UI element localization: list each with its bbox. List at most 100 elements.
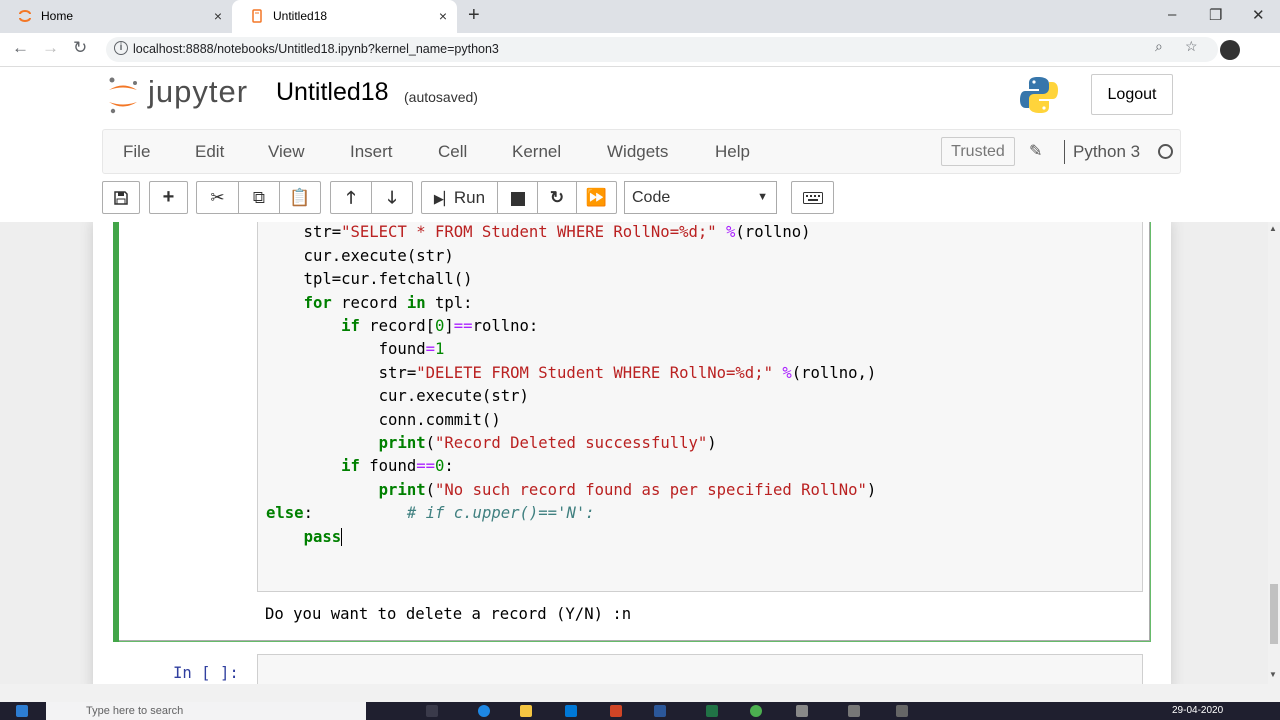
- menu-cell[interactable]: Cell: [438, 142, 467, 162]
- restart-icon: ↻: [549, 188, 565, 207]
- code-input-area[interactable]: rollno=input("Enter the Roll No whose re…: [257, 222, 1143, 592]
- insert-cell-button[interactable]: +: [149, 181, 188, 214]
- file-explorer-icon[interactable]: [520, 705, 532, 717]
- jupyter-logo-text: jupyter: [148, 74, 249, 109]
- taskbar-search-box[interactable]: Type here to search: [46, 702, 366, 720]
- menu-insert[interactable]: Insert: [350, 142, 393, 162]
- stop-icon: [510, 191, 525, 206]
- url-text[interactable]: localhost:8888/notebooks/Untitled18.ipyn…: [133, 42, 499, 56]
- menu-help[interactable]: Help: [715, 142, 750, 162]
- cell-type-value: Code: [632, 189, 671, 206]
- menu-file[interactable]: File: [123, 142, 150, 162]
- tab-untitled18-label: Untitled18: [273, 9, 328, 23]
- menu-edit[interactable]: Edit: [195, 142, 224, 162]
- reload-icon[interactable]: ↻: [73, 38, 87, 58]
- notebook-toolbar: + ✂ ⧉ 📋 🡑 🡓 ▶▏Run ↻ ⏩ Code ▼: [0, 174, 1280, 222]
- move-up-button[interactable]: 🡑: [331, 182, 372, 213]
- scroll-up-icon[interactable]: ▲: [1269, 224, 1277, 233]
- copy-icon: ⧉: [252, 188, 266, 207]
- scroll-down-icon[interactable]: ▼: [1269, 670, 1277, 679]
- edge-icon[interactable]: [478, 705, 490, 717]
- cell-type-select[interactable]: Code ▼: [624, 181, 777, 214]
- menu-view[interactable]: View: [268, 142, 305, 162]
- excel-icon[interactable]: [706, 705, 718, 717]
- chrome-icon[interactable]: [750, 705, 762, 717]
- back-icon[interactable]: ←: [12, 38, 29, 58]
- keyboard-icon: [802, 192, 823, 204]
- notebook-title[interactable]: Untitled18: [276, 78, 389, 107]
- run-button-group: ▶▏Run ↻ ⏩: [421, 181, 617, 214]
- app-icon-2[interactable]: [848, 705, 860, 717]
- profile-avatar[interactable]: [1220, 40, 1240, 60]
- move-down-button[interactable]: 🡓: [372, 182, 412, 213]
- notebook-container: rollno=input("Enter the Roll No whose re…: [93, 222, 1171, 684]
- menu-container: File Edit View Insert Cell Kernel Widget…: [102, 129, 1181, 174]
- kernel-divider: [1064, 140, 1065, 164]
- zoom-icon[interactable]: ⌕: [1155, 38, 1163, 55]
- save-icon: [114, 191, 128, 205]
- arrow-up-icon: 🡑: [346, 188, 356, 207]
- word-icon[interactable]: [654, 705, 666, 717]
- text-cursor: [341, 528, 343, 547]
- command-palette-button[interactable]: [791, 181, 834, 214]
- office-icon[interactable]: [610, 705, 622, 717]
- kernel-idle-icon: [1158, 144, 1173, 159]
- logout-button[interactable]: Logout: [1091, 74, 1173, 115]
- copy-button[interactable]: ⧉: [239, 182, 280, 213]
- notebook-area: rollno=input("Enter the Roll No whose re…: [0, 222, 1268, 684]
- tab-home-label: Home: [41, 9, 74, 23]
- arrow-down-icon: 🡓: [387, 188, 397, 207]
- edit-mode-pencil-icon: ✎: [1029, 143, 1043, 160]
- save-button[interactable]: [102, 181, 140, 214]
- horizontal-scrollbar[interactable]: [0, 684, 1280, 702]
- restart-run-all-button[interactable]: ⏩: [577, 182, 616, 213]
- site-info-icon[interactable]: i: [114, 41, 128, 55]
- tab-home-close-icon[interactable]: ×: [214, 0, 222, 33]
- vertical-scrollbar[interactable]: ▲ ▼: [1268, 222, 1280, 684]
- tab-untitled18[interactable]: Untitled18 ×: [232, 0, 457, 33]
- menu-widgets[interactable]: Widgets: [607, 142, 668, 162]
- interrupt-button[interactable]: [498, 182, 538, 213]
- app-icon-3[interactable]: [896, 705, 908, 717]
- move-button-group: 🡑 🡓: [330, 181, 413, 214]
- plus-icon: +: [162, 186, 175, 208]
- paste-icon: 📋: [289, 188, 311, 207]
- task-view-icon[interactable]: [426, 705, 438, 717]
- window-close-icon[interactable]: ✕: [1252, 6, 1265, 24]
- url-omnibox[interactable]: i localhost:8888/notebooks/Untitled18.ip…: [106, 37, 1218, 62]
- menu-kernel[interactable]: Kernel: [512, 142, 561, 162]
- restart-button[interactable]: ↻: [538, 182, 577, 213]
- autosave-status: (autosaved): [404, 89, 478, 105]
- kernel-name[interactable]: Python 3: [1073, 142, 1140, 162]
- app-icon[interactable]: [796, 705, 808, 717]
- paste-button[interactable]: 📋: [280, 182, 320, 213]
- tab-untitled18-close-icon[interactable]: ×: [439, 0, 447, 33]
- tab-home[interactable]: Home ×: [0, 0, 232, 33]
- fast-forward-icon: ⏩: [585, 188, 608, 207]
- taskbar-date[interactable]: 29-04-2020: [1172, 705, 1223, 716]
- jupyter-logo-icon[interactable]: [106, 75, 140, 115]
- dropdown-arrow-icon: ▼: [757, 191, 768, 203]
- python-logo-icon: [1020, 77, 1058, 113]
- cell-edit-indicator: [113, 222, 119, 642]
- jupyter-favicon-icon: [19, 10, 31, 22]
- scrollbar-thumb[interactable]: [1270, 584, 1278, 644]
- windows-start-icon[interactable]: [16, 705, 28, 717]
- step-forward-icon: ▶▏: [433, 191, 454, 206]
- maximize-icon[interactable]: ❐: [1209, 6, 1222, 24]
- run-button[interactable]: ▶▏Run: [422, 182, 498, 213]
- new-tab-icon[interactable]: +: [468, 4, 480, 27]
- code-editor[interactable]: rollno=input("Enter the Roll No whose re…: [266, 222, 923, 549]
- cut-button[interactable]: ✂: [197, 182, 239, 213]
- address-bar: ← → ↻ i localhost:8888/notebooks/Untitle…: [0, 33, 1280, 67]
- next-code-cell-input[interactable]: [257, 654, 1143, 684]
- scissors-icon: ✂: [210, 188, 225, 207]
- forward-icon[interactable]: →: [42, 38, 59, 58]
- run-label: Run: [453, 188, 486, 207]
- bookmark-star-icon[interactable]: ☆: [1185, 38, 1198, 55]
- cell-output: Do you want to delete a record (Y/N) :n: [265, 605, 632, 623]
- store-icon[interactable]: [565, 705, 577, 717]
- minimize-icon[interactable]: –: [1168, 6, 1176, 23]
- browser-tab-bar: Home × Untitled18 × + – ❐ ✕: [0, 0, 1280, 33]
- trusted-indicator[interactable]: Trusted: [941, 137, 1015, 166]
